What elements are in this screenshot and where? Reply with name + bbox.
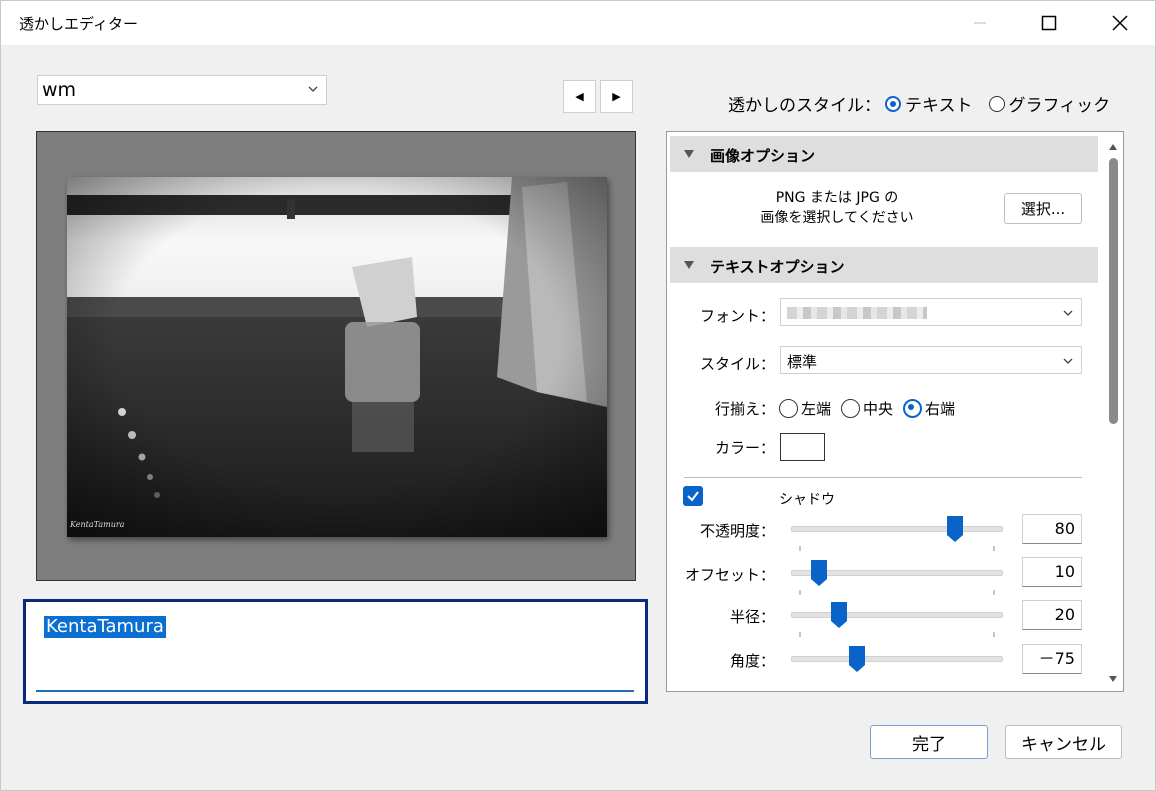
opacity-label: 不透明度： [699,522,775,540]
image-options-title: 画像オプション [710,147,816,165]
minimize-button[interactable] [951,1,1009,45]
previous-image-button[interactable]: ◀ [563,80,596,113]
angle-slider[interactable] [791,656,1003,662]
collapse-triangle-icon [684,261,694,269]
options-panel: 画像オプション PNG または JPG の 画像を選択してください 選択... … [666,131,1124,692]
close-button[interactable] [1091,1,1149,45]
radius-ticks [799,632,995,637]
minimize-icon [974,22,986,24]
shadow-checkbox[interactable] [683,486,703,506]
text-color-swatch[interactable] [780,433,825,461]
scroll-down-icon[interactable] [1108,674,1118,684]
divider [684,477,1082,478]
style-value: 標準 [787,353,818,371]
align-right-label[interactable]: 右端 [925,398,955,419]
maximize-button[interactable] [1020,1,1078,45]
scrollbar-thumb[interactable] [1109,158,1118,424]
style-graphic-radio[interactable] [988,95,1005,112]
image-hint-line2: 画像を選択してください [760,210,914,226]
angle-slider-thumb[interactable] [849,646,865,672]
collapse-triangle-icon [684,150,694,158]
choose-image-button[interactable]: 選択... [1004,193,1082,224]
font-select[interactable] [780,298,1082,326]
opacity-ticks [799,546,995,551]
align-group: 左端 中央 右端 [779,398,955,419]
opacity-slider[interactable] [791,526,1003,532]
watermark-editor-window: 透かしエディター wm ◀ ▶ KentaTamura KentaTamura … [0,0,1156,791]
style-select[interactable]: 標準 [780,346,1082,374]
align-center-label[interactable]: 中央 [863,398,893,419]
chevron-down-icon [1063,358,1073,364]
watermark-style-label: 透かしのスタイル： [728,96,881,116]
align-center-radio[interactable] [841,399,861,418]
watermark-text-area[interactable]: KentaTamura [36,610,634,692]
offset-label: オフセット： [684,566,775,584]
preset-value: wm [42,79,77,101]
checkmark-icon [687,491,699,502]
window-title: 透かしエディター [19,15,138,33]
watermark-text-selection: KentaTamura [44,616,166,638]
preview-photo: KentaTamura [67,177,607,537]
angle-label: 角度： [729,652,775,670]
font-label: フォント： [699,307,775,325]
done-button[interactable]: 完了 [870,725,988,759]
align-left-radio[interactable] [779,399,798,418]
options-scrollbar[interactable] [1106,136,1120,688]
image-hint: PNG または JPG の 画像を選択してください [757,188,917,228]
align-left-label[interactable]: 左端 [801,398,831,419]
scroll-up-icon[interactable] [1108,142,1118,152]
image-options-header[interactable]: 画像オプション [670,136,1098,172]
font-name-redacted [787,307,927,319]
radius-slider-thumb[interactable] [831,602,847,628]
color-label: カラー： [714,439,775,457]
angle-value-field[interactable]: －75 [1022,644,1082,674]
maximize-icon [1041,15,1057,31]
preview-watermark-text: KentaTamura [69,520,125,529]
opacity-slider-thumb[interactable] [947,516,963,542]
align-right-radio[interactable] [903,399,923,418]
shadow-label: シャドウ [779,492,835,508]
style-graphic-label[interactable]: グラフィック [1009,91,1111,116]
triangle-right-icon: ▶ [612,90,621,103]
style-text-label[interactable]: テキスト [905,91,973,116]
watermark-style-row: 透かしのスタイル： テキスト グラフィック [728,91,1110,116]
text-options-header[interactable]: テキストオプション [670,247,1098,283]
chevron-down-icon [1063,310,1073,316]
chevron-down-icon [308,86,318,92]
offset-ticks [799,590,995,595]
offset-slider-thumb[interactable] [811,560,827,586]
cancel-button[interactable]: キャンセル [1005,725,1122,759]
radius-slider[interactable] [791,612,1003,618]
watermark-text-field[interactable]: KentaTamura [23,599,648,704]
offset-value-field[interactable]: 10 [1022,557,1082,587]
align-label: 行揃え： [714,400,775,418]
style-text-radio[interactable] [885,95,901,112]
watermark-preview: KentaTamura [36,131,636,581]
opacity-value-field[interactable]: 80 [1022,514,1082,544]
radius-label: 半径： [729,608,775,626]
image-hint-line1: PNG または JPG の [775,190,899,206]
triangle-left-icon: ◀ [575,90,584,103]
preset-select[interactable]: wm [37,75,327,105]
next-image-button[interactable]: ▶ [600,80,633,113]
radius-value-field[interactable]: 20 [1022,600,1082,630]
close-icon [1112,15,1128,31]
text-options-title: テキストオプション [710,258,845,276]
style-label: スタイル： [699,355,775,373]
title-bar: 透かしエディター [1,1,1155,45]
